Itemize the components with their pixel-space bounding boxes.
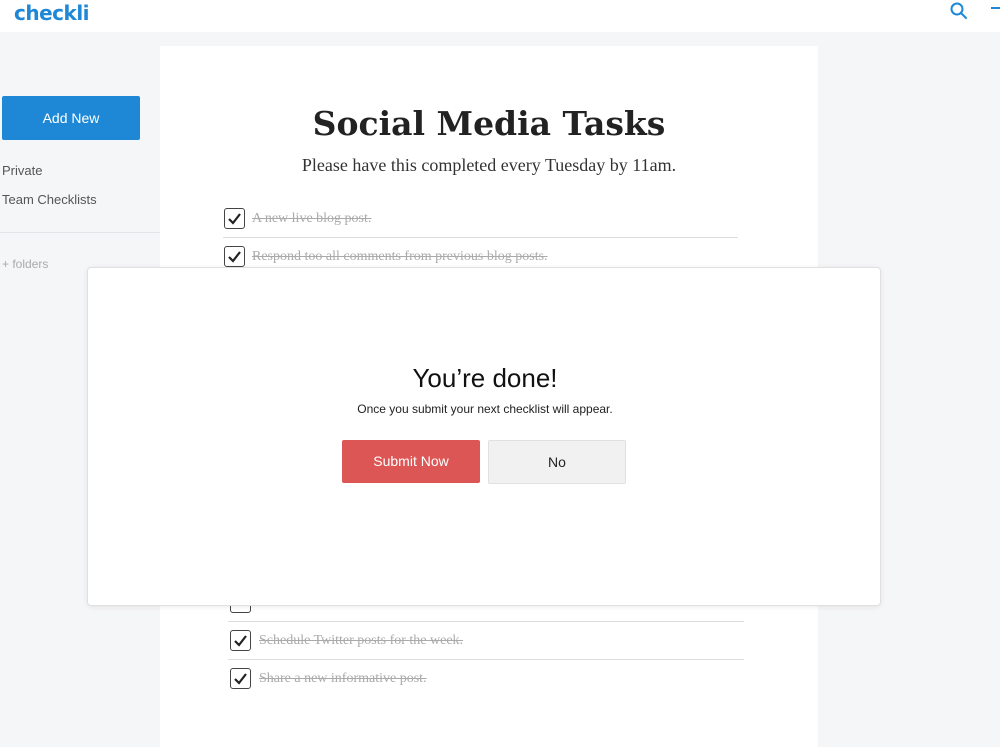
submit-now-button[interactable]: Submit Now	[342, 440, 480, 483]
modal-overlay: You’re done! Once you submit your next c…	[0, 0, 1000, 747]
dialog-message: Once you submit your next checklist will…	[357, 402, 613, 416]
completion-dialog: You’re done! Once you submit your next c…	[87, 267, 881, 606]
no-button[interactable]: No	[488, 440, 626, 484]
dialog-title: You’re done!	[412, 363, 558, 393]
